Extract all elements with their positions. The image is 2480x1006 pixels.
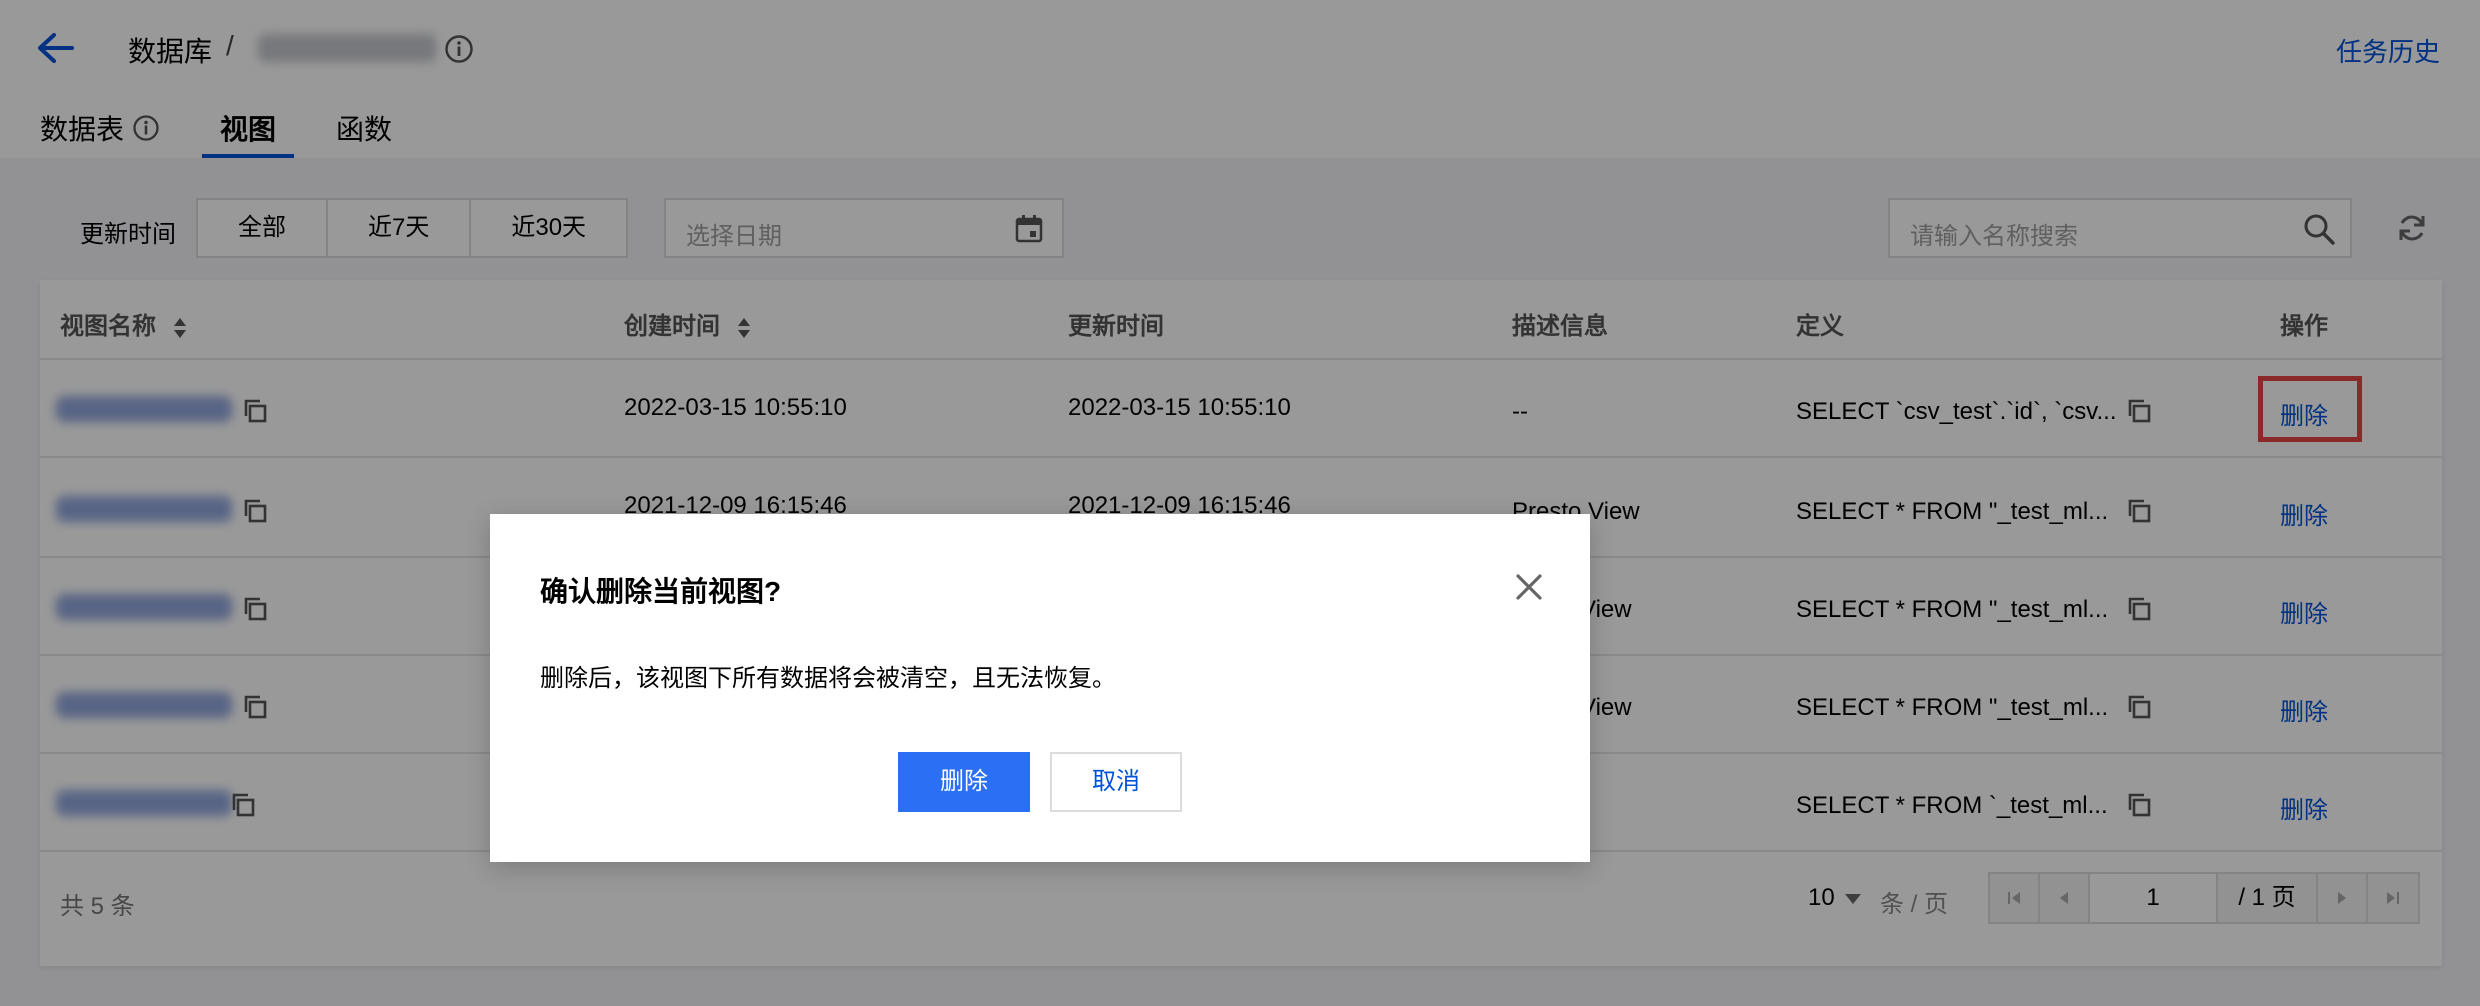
close-icon[interactable] [1514, 572, 1544, 602]
cancel-button[interactable]: 取消 [1050, 752, 1182, 812]
dialog-title: 确认删除当前视图? [540, 576, 782, 607]
confirm-delete-dialog: 确认删除当前视图? 删除后，该视图下所有数据将会被清空，且无法恢复。 删除 取消 [490, 514, 1590, 862]
dialog-message: 删除后，该视图下所有数据将会被清空，且无法恢复。 [540, 665, 1116, 692]
confirm-delete-button[interactable]: 删除 [898, 752, 1030, 812]
